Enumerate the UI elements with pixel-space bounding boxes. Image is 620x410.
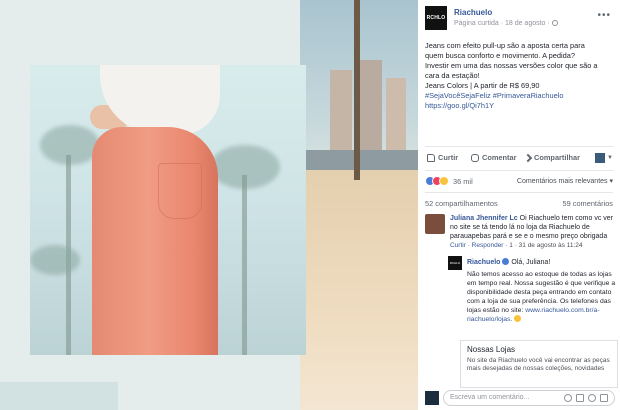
post-text: Jeans com efeito pull-up são a aposta ce… [425, 41, 615, 111]
reply-author: Riachuelo Olá, Juliana! [467, 258, 550, 266]
photo-jeans [92, 127, 218, 355]
more-options-icon[interactable]: ••• [597, 10, 611, 21]
photo-sand [300, 170, 418, 410]
comment-input-placeholder: Escreva um comentário... [450, 394, 530, 401]
react-as-selector[interactable]: ▼ [595, 153, 613, 163]
thumbs-up-icon [427, 153, 435, 162]
post-text-line: cara da estação! [425, 71, 480, 80]
post-panel: RCHLO Riachuelo Página curtida · 18 de a… [418, 0, 620, 410]
comment-icon [471, 153, 479, 162]
comment-composer: Escreva um comentário... [425, 390, 615, 406]
commenter-avatar[interactable] [425, 214, 445, 234]
comment: Juliana Jhennifer Lc Oi Riachuelo tem co… [425, 214, 615, 254]
comment-reply-link[interactable]: Responder [472, 242, 504, 249]
photo-jeans-pocket [158, 163, 202, 219]
like-label: Curtir [438, 153, 459, 162]
post-meta-text[interactable]: Página curtida · 18 de agosto · [454, 20, 550, 27]
photo-frame-strip [0, 382, 118, 410]
verified-icon [502, 258, 510, 265]
divider [425, 170, 613, 171]
commenter-name[interactable]: Juliana Jhennifer Lc [450, 215, 518, 222]
post-actions: Curtir Comentar Compartilhar ▼ [425, 153, 615, 167]
user-avatar [425, 391, 439, 405]
post-text-line: Investir em uma das nossas versões color… [425, 61, 598, 70]
reply-greeting: Olá, Juliana! [511, 259, 551, 266]
post-text-line: Jeans com efeito pull-up são a aposta ce… [425, 41, 585, 50]
photo-building [386, 78, 406, 150]
post-photo[interactable] [0, 0, 418, 410]
share-button[interactable]: Compartilhar [523, 153, 580, 162]
page-name[interactable]: Riachuelo [454, 8, 492, 17]
reaction-count[interactable]: 36 mil [453, 177, 473, 186]
divider [425, 146, 613, 147]
sticker-icon[interactable] [600, 394, 608, 402]
comment-button[interactable]: Comentar [471, 153, 517, 162]
comment-meta: · 1 · 31 de agosto às 11:24 [505, 242, 583, 249]
reply-avatar[interactable]: RCHLO [448, 256, 462, 270]
chevron-down-icon: ▼ [607, 155, 613, 161]
blurred-palm [30, 245, 80, 275]
reply-author-name[interactable]: Riachuelo [467, 259, 500, 266]
post-hashtags[interactable]: #SejaVocêSejaFeliz #PrimaveraRiachuelo [425, 91, 615, 101]
post-text-line: quem busca conforto e movimento. A pedid… [425, 51, 575, 60]
share-icon [523, 153, 533, 162]
comments-count[interactable]: 59 comentários [562, 199, 613, 208]
emoji-icon[interactable] [564, 394, 572, 402]
reply-text: Não temos acesso ao estoque de todas as … [467, 270, 617, 324]
post-meta: Página curtida · 18 de agosto · [454, 20, 558, 27]
photo-palm [354, 0, 360, 180]
comment-label: Comentar [482, 153, 517, 162]
comment-body: Juliana Jhennifer Lc Oi Riachuelo tem co… [450, 214, 615, 250]
post-link[interactable]: https://goo.gl/Qi7h1Y [425, 101, 615, 111]
link-preview-card[interactable]: Nossas Lojas No site da Riachuelo você v… [460, 340, 618, 388]
photo-model-frame [30, 65, 306, 355]
photo-building [330, 70, 352, 150]
blurred-palm-trunk [242, 175, 247, 355]
comment-like-link[interactable]: Curtir [450, 242, 466, 249]
post-header: RCHLO Riachuelo Página curtida · 18 de a… [425, 6, 615, 32]
share-label: Compartilhar [534, 153, 580, 162]
camera-icon[interactable] [576, 394, 584, 402]
user-avatar [595, 153, 606, 163]
page-avatar[interactable]: RCHLO [425, 6, 447, 30]
wow-reaction-icon[interactable] [439, 176, 449, 186]
link-card-title: Nossas Lojas [467, 345, 516, 354]
globe-icon [551, 20, 558, 26]
composer-tools [564, 394, 608, 402]
gif-icon[interactable] [588, 394, 596, 402]
post-text-line: Jeans Colors | A partir de R$ 69,90 [425, 81, 540, 90]
smile-emoji-icon [514, 315, 522, 322]
shares-count[interactable]: 52 compartilhamentos [425, 199, 498, 208]
comment-links: Curtir · Responder · 1 · 31 de agosto às… [450, 242, 583, 249]
reactions-bar: 36 mil Comentários mais relevantes ▾ [425, 176, 615, 188]
comment-sort-dropdown[interactable]: Comentários mais relevantes ▾ [517, 177, 613, 185]
like-button[interactable]: Curtir [427, 153, 458, 162]
comment-input[interactable]: Escreva um comentário... [443, 390, 615, 406]
page-reply: RCHLO Riachuelo Olá, Juliana! Não temos … [448, 256, 618, 340]
divider [425, 192, 613, 193]
link-card-desc: No site da Riachuelo você vai encontrar … [467, 357, 610, 372]
